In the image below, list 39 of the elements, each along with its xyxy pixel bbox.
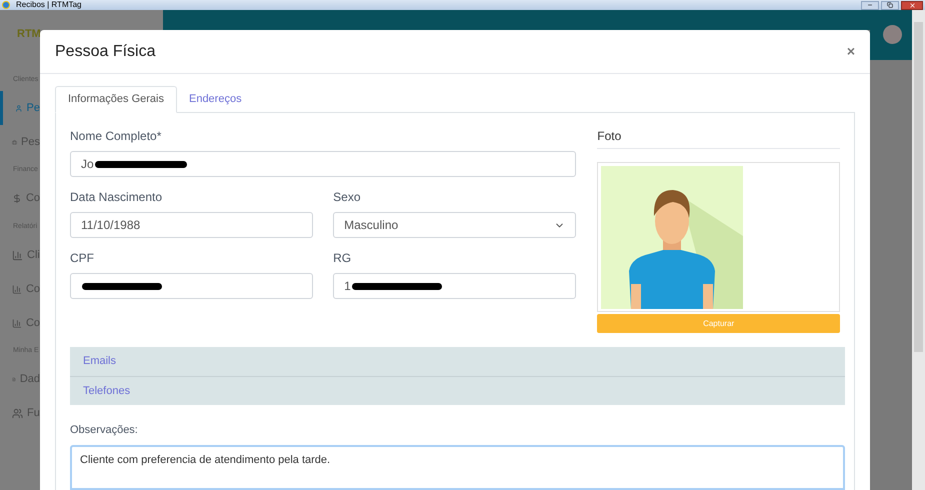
field-label: Observações: [70, 423, 139, 438]
minimize-icon [867, 2, 873, 8]
dollar-icon [12, 193, 22, 204]
app-icon [2, 1, 10, 9]
field-value: Jo [81, 156, 94, 173]
photo-title: Foto [597, 127, 840, 149]
close-button[interactable]: × [846, 41, 855, 62]
input-field[interactable]: 1 [333, 273, 576, 299]
logo: RTM [17, 27, 40, 42]
input-field[interactable] [70, 273, 314, 299]
window-title: Recibos | RTMTag [16, 0, 82, 10]
restore-icon [887, 2, 893, 8]
field-value: 1 [344, 278, 351, 295]
capture-button[interactable]: Capturar [597, 314, 840, 333]
bar-chart-icon [12, 284, 22, 294]
bar-chart-icon [12, 250, 23, 260]
input-field[interactable]: Jo [70, 151, 576, 177]
field-value: 11/10/1988 [81, 217, 140, 234]
modal-title: Pessoa Física [55, 42, 156, 62]
field-label: Nome Completo* [70, 128, 162, 145]
notes-field[interactable]: Cliente com preferencia de atendimento pela tarde. [70, 444, 845, 490]
restore-button[interactable] [881, 0, 899, 10]
accordion-header[interactable]: Telefones [70, 376, 845, 405]
minimize-button[interactable] [861, 0, 879, 10]
close-button[interactable] [901, 0, 923, 10]
field-label: RG [333, 250, 352, 267]
person-icon [15, 102, 23, 114]
close-icon [908, 2, 916, 8]
field-label: Data Nascimento [70, 189, 164, 206]
field-label: Sexo [333, 189, 362, 206]
sex-select[interactable]: Masculino [333, 212, 576, 238]
field-label: CPF [70, 250, 95, 267]
input-field[interactable]: 11/10/1988 [70, 212, 314, 238]
tab[interactable]: Informações Gerais [55, 86, 177, 113]
accordion-header[interactable]: Emails [70, 347, 845, 376]
bar-chart-icon [12, 318, 22, 328]
tab[interactable]: Endereços [176, 86, 254, 113]
people-icon [12, 408, 23, 419]
avatar-icon [883, 25, 902, 44]
